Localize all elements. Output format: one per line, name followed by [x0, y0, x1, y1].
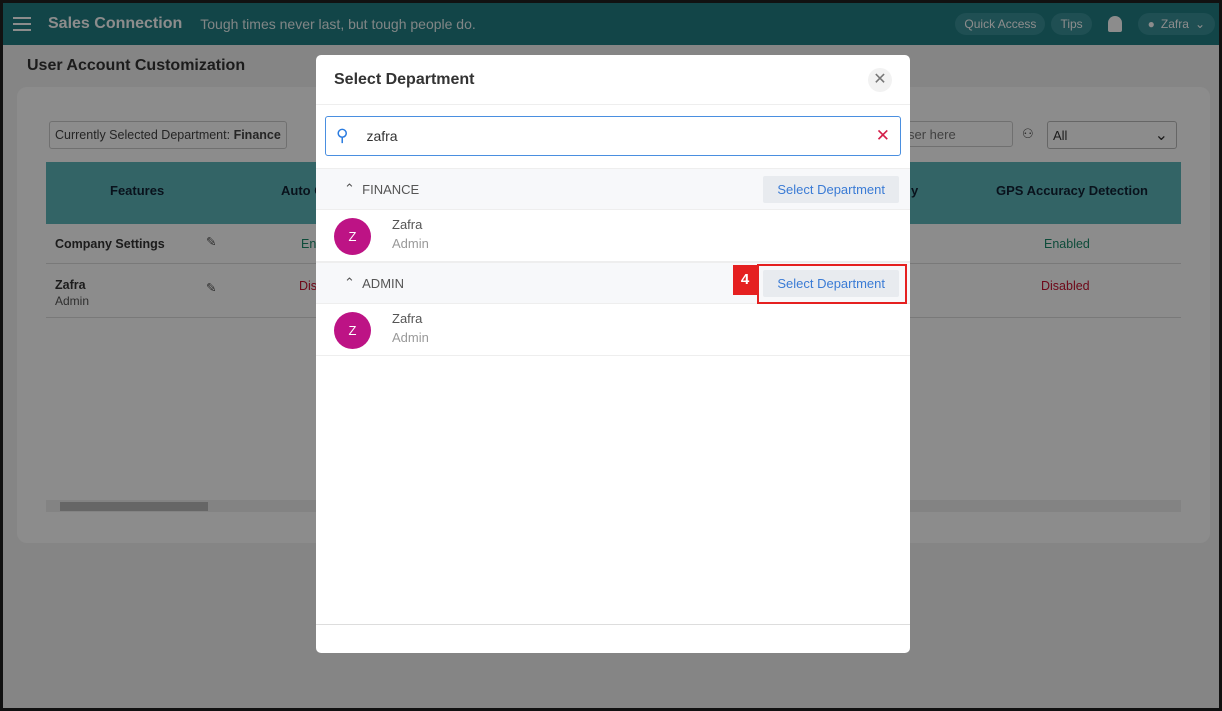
close-icon[interactable]: ✕	[868, 67, 892, 92]
group-finance[interactable]: ⌃ FINANCE Select Department	[316, 168, 910, 210]
list-item[interactable]: Z Zafra Admin	[316, 304, 910, 356]
clear-icon[interactable]: ✕	[876, 126, 890, 146]
app-window: Sales Connection Tough times never last,…	[0, 0, 1222, 711]
step-badge: 4	[733, 265, 757, 295]
modal-title: Select Department	[334, 70, 475, 88]
chevron-up-icon: ⌃	[344, 275, 355, 290]
select-department-button[interactable]: Select Department	[763, 176, 899, 203]
search-value: zafra	[366, 128, 398, 144]
highlight-box	[757, 264, 907, 304]
search-icon: ⚲	[336, 126, 349, 145]
department-search-input[interactable]: ⚲ zafra ✕	[325, 116, 901, 156]
avatar: Z	[334, 218, 371, 255]
modal-footer	[316, 624, 910, 625]
chevron-up-icon: ⌃	[344, 181, 355, 196]
avatar: Z	[334, 312, 371, 349]
list-item[interactable]: Z Zafra Admin	[316, 210, 910, 262]
select-department-modal: Select Department ✕ ⚲ zafra ✕ ⌃ FINANCE S…	[316, 55, 910, 653]
